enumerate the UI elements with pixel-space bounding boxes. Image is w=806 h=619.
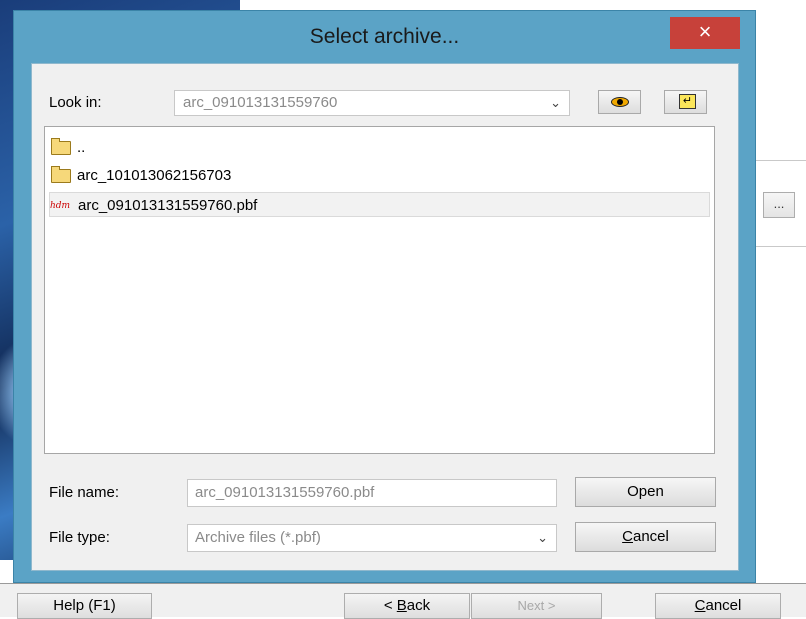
dialog-client: Look in: arc_091013131559760 ⌄ ↵ .. arc_… [31,63,739,571]
next-button[interactable]: Next > [471,593,602,619]
up-folder-button[interactable]: ↵ [664,90,707,114]
cancel-button[interactable]: Cancel [575,522,716,552]
back-label-prefix: < [383,597,397,614]
file-list[interactable]: .. arc_101013062156703 hdm arc_0910131315… [44,126,715,454]
open-button[interactable]: Open [575,477,716,507]
browse-button[interactable]: ... [763,192,795,218]
file-type-label: File type: [49,529,110,546]
cancel-label-rest: ancel [632,528,669,545]
file-name: .. [77,139,86,156]
back-label-mnemonic: B [396,597,407,614]
file-name-input[interactable]: arc_091013131559760.pbf [187,479,557,507]
wizard-cancel-button[interactable]: Cancel [655,593,781,619]
select-archive-dialog: Select archive... × Look in: arc_0910131… [13,10,756,583]
look-in-label: Look in: [49,94,102,111]
folder-icon [51,166,71,184]
look-in-dropdown[interactable]: arc_091013131559760 ⌄ [174,90,570,116]
list-item[interactable]: arc_101013062156703 [51,163,231,188]
file-name-label: File name: [49,484,120,501]
list-item[interactable]: hdm arc_091013131559760.pbf [49,192,710,217]
cancel-mnemonic: C [622,528,633,545]
eye-icon [611,97,629,107]
divider [756,160,806,161]
dialog-title: Select archive... [309,25,460,48]
file-type-dropdown[interactable]: Archive files (*.pbf) ⌄ [187,524,557,552]
file-name: arc_091013131559760.pbf [78,197,258,214]
divider [756,246,806,247]
divider [0,583,806,584]
back-label-rest: ack [406,597,431,614]
back-button[interactable]: < Back [344,593,470,619]
list-item[interactable]: .. [51,135,85,160]
chevron-down-icon: ⌄ [537,530,548,545]
close-icon: × [698,19,712,44]
look-in-value: arc_091013131559760 [183,94,338,111]
help-button[interactable]: Help (F1) [17,593,152,619]
title-bar[interactable]: Select archive... × [14,11,755,65]
close-button[interactable]: × [670,17,740,49]
chevron-down-icon: ⌄ [550,95,561,110]
view-button[interactable] [598,90,641,114]
file-name: arc_101013062156703 [77,167,232,184]
pbf-file-icon: hdm [50,200,71,211]
folder-icon [51,138,71,156]
file-type-value: Archive files (*.pbf) [195,529,321,546]
wizard-cancel-rest: ancel [705,597,742,614]
wizard-cancel-mnemonic: C [694,597,706,614]
up-folder-icon: ↵ [679,94,696,109]
